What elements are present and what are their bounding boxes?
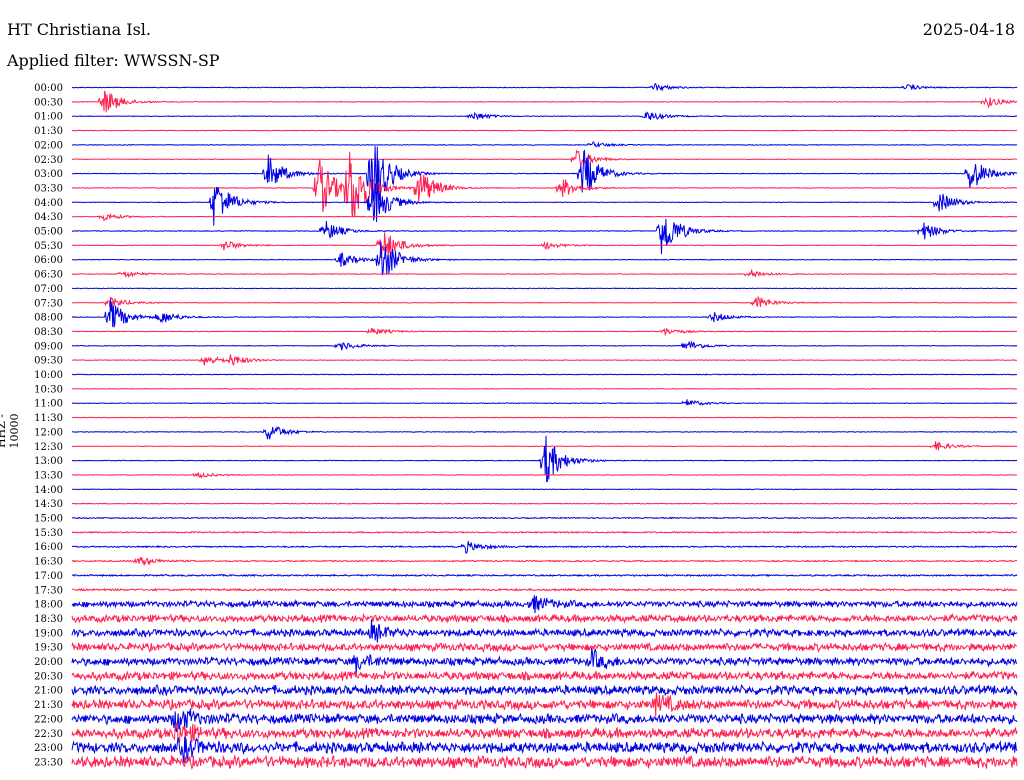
trace-line xyxy=(71,754,1018,770)
trace-line xyxy=(71,425,1018,440)
time-tick-label: 01:30 xyxy=(34,126,63,137)
time-tick-label: 13:00 xyxy=(34,456,63,467)
trace-line xyxy=(72,178,1017,226)
time-tick-label: 00:30 xyxy=(34,97,63,108)
trace-line xyxy=(71,641,1018,653)
time-tick-label: 09:30 xyxy=(34,356,63,367)
trace-line xyxy=(72,587,1018,592)
trace-line xyxy=(71,530,1018,534)
time-tick-label: 14:00 xyxy=(34,485,63,496)
time-tick-label: 20:00 xyxy=(34,657,63,668)
time-tick-label: 22:00 xyxy=(34,714,63,725)
time-tick-label: 13:30 xyxy=(34,470,63,481)
trace-line xyxy=(71,488,1018,491)
trace-line xyxy=(71,387,1018,390)
trace-line xyxy=(71,722,1018,744)
trace-line xyxy=(71,83,1018,92)
trace-line xyxy=(71,692,1018,717)
trace-line xyxy=(72,111,1017,121)
trace-line xyxy=(71,141,1018,148)
time-tick-label: 16:30 xyxy=(34,557,63,568)
time-tick-label: 19:00 xyxy=(34,628,63,639)
trace-line xyxy=(71,595,1018,614)
trace-line xyxy=(71,146,1018,203)
time-tick-label: 03:30 xyxy=(34,183,63,194)
time-tick-label: 03:00 xyxy=(34,169,63,180)
trace-line xyxy=(71,541,1018,554)
time-tick-label: 11:00 xyxy=(34,399,63,410)
time-tick-label: 23:30 xyxy=(34,757,63,768)
trace-line xyxy=(71,619,1018,643)
time-tick-label: 12:30 xyxy=(34,442,63,453)
time-tick-label: 17:00 xyxy=(34,571,63,582)
time-tick-label: 07:30 xyxy=(34,298,63,309)
time-tick-label: 22:30 xyxy=(34,729,63,740)
trace-line xyxy=(71,708,1018,733)
trace-line xyxy=(71,269,1018,279)
trace-line xyxy=(71,296,1018,308)
trace-line xyxy=(71,90,1018,113)
trace-line xyxy=(71,416,1018,419)
time-tick-label: 08:30 xyxy=(34,327,63,338)
trace-line xyxy=(71,232,1018,259)
time-tick-label: 04:00 xyxy=(34,198,63,209)
trace-line xyxy=(71,683,1018,697)
time-tick-label: 16:00 xyxy=(34,542,63,553)
time-tick-label: 06:30 xyxy=(34,270,63,281)
time-tick-label: 02:30 xyxy=(34,155,63,166)
trace-line xyxy=(71,612,1018,625)
trace-line xyxy=(71,669,1018,682)
time-tick-label: 10:00 xyxy=(34,370,63,381)
helicorder-plot: 00:00 00:30 01:00 01:30 02:00 02:30 03:00 03:30… xyxy=(34,83,1018,770)
trace-line xyxy=(71,557,1018,567)
time-tick-label: 00:00 xyxy=(34,83,63,94)
time-tick-label: 08:00 xyxy=(34,313,63,324)
time-tick-label: 21:30 xyxy=(34,700,63,711)
time-tick-label: 12:00 xyxy=(34,427,63,438)
trace-line xyxy=(71,287,1018,290)
time-tick-label: 05:30 xyxy=(34,241,63,252)
time-tick-label: 11:30 xyxy=(34,413,63,424)
trace-line xyxy=(71,471,1017,479)
time-tick-label: 15:00 xyxy=(34,514,63,525)
trace-line xyxy=(71,373,1017,376)
trace-line xyxy=(71,150,1018,167)
time-tick-label: 19:30 xyxy=(34,643,63,654)
trace-line xyxy=(71,327,1018,337)
time-tick-label: 14:30 xyxy=(34,499,63,510)
time-tick-label: 20:30 xyxy=(34,671,63,682)
time-tick-label: 15:30 xyxy=(34,528,63,539)
time-tick-label: 02:00 xyxy=(34,140,63,151)
time-tick-label: 23:00 xyxy=(34,743,63,754)
trace-line xyxy=(71,516,1018,520)
time-tick-label: 09:00 xyxy=(34,341,63,352)
time-tick-label: 07:00 xyxy=(34,284,63,295)
trace-line xyxy=(71,399,1018,407)
time-tick-label: 21:00 xyxy=(34,686,63,697)
trace-line xyxy=(71,648,1018,676)
time-tick-label: 05:00 xyxy=(34,227,63,238)
time-tick-label: 10:30 xyxy=(34,384,63,395)
trace-line xyxy=(71,340,1018,351)
time-tick-label: 04:30 xyxy=(34,212,63,223)
trace-line xyxy=(71,573,1018,578)
time-tick-label: 06:00 xyxy=(34,255,63,266)
trace-line xyxy=(71,129,1018,132)
time-tick-label: 01:00 xyxy=(34,112,63,123)
trace-line xyxy=(71,299,1018,328)
time-tick-label: 17:30 xyxy=(34,585,63,596)
trace-line xyxy=(72,502,1018,505)
trace-line xyxy=(71,354,1017,366)
time-tick-label: 18:30 xyxy=(34,614,63,625)
time-tick-label: 18:00 xyxy=(34,600,63,611)
